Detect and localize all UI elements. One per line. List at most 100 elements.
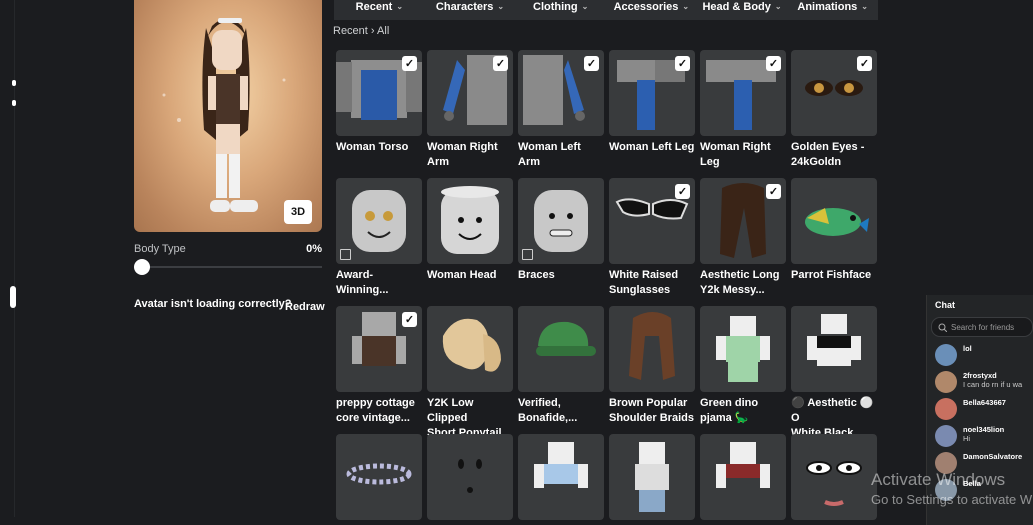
chat-friend[interactable]: 2frostyxd I can do rn if u wa — [935, 371, 1022, 393]
item-image — [458, 459, 482, 493]
item-thumbnail[interactable] — [336, 178, 422, 264]
item-thumbnail[interactable] — [609, 306, 695, 392]
chat-friend[interactable]: noel345lion Hi — [935, 425, 1004, 447]
chat-friend[interactable]: Bella643667 — [935, 398, 1006, 420]
catalog-item[interactable]: Woman Head — [427, 178, 513, 283]
catalog-item[interactable]: ✓ White Raised Sunglasses — [609, 178, 695, 298]
dynamic-head-icon — [340, 249, 351, 260]
friend-text: noel345lion Hi — [963, 425, 1004, 447]
avatar-preview[interactable]: 3D — [134, 0, 322, 232]
tab-label: Recent — [355, 1, 393, 13]
tab-label: Characters — [435, 1, 494, 13]
avatar-figure — [162, 18, 286, 212]
item-thumbnail[interactable]: ✓ — [336, 306, 422, 392]
catalog-item[interactable]: ⚫ Aesthetic ⚪ O White Black... — [791, 306, 877, 441]
avatar — [935, 371, 957, 393]
item-thumbnail[interactable]: ✓ — [427, 50, 513, 136]
tab-characters[interactable]: Characters ⌄ — [425, 0, 516, 20]
watermark-line1: Activate Windows — [871, 470, 1006, 489]
item-thumbnail[interactable]: ✓ — [609, 178, 695, 264]
catalog-item[interactable]: ✓ Woman Torso — [336, 50, 422, 155]
watermark-line2: Go to Settings to activate W — [871, 492, 1033, 507]
item-thumbnail[interactable] — [791, 178, 877, 264]
item-thumbnail[interactable]: ✓ — [700, 50, 786, 136]
tab-animations[interactable]: Animations ⌄ — [787, 0, 878, 20]
catalog-item[interactable]: ✓ Woman Right Arm — [427, 50, 513, 170]
friend-name: noel345lion — [963, 425, 1005, 434]
item-thumbnail[interactable] — [427, 178, 513, 264]
item-thumbnail[interactable] — [427, 434, 513, 520]
chevron-down-icon: ⌄ — [497, 2, 505, 11]
catalog-item[interactable]: Braces — [518, 178, 604, 283]
catalog-item[interactable]: Award- Winning... — [336, 178, 422, 298]
item-thumbnail[interactable] — [609, 434, 695, 520]
item-name: Woman Head — [427, 269, 497, 281]
item-name: Woman Torso — [336, 141, 409, 153]
view-3d-button[interactable]: 3D — [284, 200, 312, 224]
tab-label: Accessories — [613, 1, 679, 13]
item-thumbnail[interactable] — [518, 434, 604, 520]
catalog-item[interactable] — [427, 434, 513, 524]
tab-accessories[interactable]: Accessories ⌄ — [606, 0, 697, 20]
friend-search-input[interactable]: Search for friends — [931, 317, 1033, 337]
equipped-check-icon: ✓ — [675, 56, 690, 71]
category-tabs: Recent ⌄ Characters ⌄ Clothing ⌄ Accessories ⌄ H… — [334, 0, 878, 20]
left-sidebar — [0, 0, 16, 517]
chevron-down-icon: ⌄ — [581, 2, 589, 11]
catalog-item[interactable] — [336, 434, 422, 524]
body-type-slider-track[interactable] — [134, 266, 322, 268]
avatar — [935, 344, 957, 366]
item-thumbnail[interactable]: ✓ — [336, 50, 422, 136]
item-thumbnail[interactable] — [518, 178, 604, 264]
friend-text: lol — [963, 344, 972, 366]
item-thumbnail[interactable] — [427, 306, 513, 392]
body-type-value: 0% — [306, 243, 322, 255]
item-name: preppy cottage core vintage... — [336, 397, 415, 424]
catalog-item[interactable]: ✓ Golden Eyes - 24kGoldn — [791, 50, 877, 170]
item-thumbnail[interactable]: ✓ — [609, 50, 695, 136]
dynamic-head-icon — [522, 249, 533, 260]
item-thumbnail[interactable] — [336, 434, 422, 520]
item-thumbnail[interactable] — [700, 306, 786, 392]
catalog-item[interactable] — [700, 434, 786, 524]
item-image — [442, 318, 501, 372]
item-image — [534, 442, 588, 488]
chat-friend[interactable]: lol — [935, 344, 972, 366]
catalog-item[interactable]: ✓ Woman Right Leg — [700, 50, 786, 170]
catalog-item[interactable] — [791, 434, 877, 524]
catalog-item[interactable]: Brown Popular Shoulder Braids — [609, 306, 695, 426]
sidebar-active-indicator[interactable] — [10, 286, 16, 308]
tab-recent[interactable]: Recent ⌄ — [334, 0, 425, 20]
catalog-item[interactable]: Verified, Bonafide,... — [518, 306, 604, 426]
catalog-item[interactable]: ✓ Woman Left Leg — [609, 50, 695, 155]
catalog-item[interactable]: Green dino pjama 🦕 — [700, 306, 786, 426]
chevron-down-icon: ⌄ — [774, 2, 782, 11]
friend-search-placeholder: Search for friends — [951, 322, 1015, 332]
catalog-item[interactable]: ✓ Woman Left Arm — [518, 50, 604, 170]
item-thumbnail[interactable]: ✓ — [700, 178, 786, 264]
redraw-link[interactable]: Redraw — [285, 301, 325, 313]
item-thumbnail[interactable] — [791, 306, 877, 392]
breadcrumb-parent[interactable]: Recent — [333, 25, 368, 37]
catalog-item[interactable]: ✓ preppy cottage core vintage... — [336, 306, 422, 426]
item-name: Golden Eyes - 24kGoldn — [791, 141, 865, 168]
catalog-item[interactable]: ✓ Aesthetic Long Y2k Messy... — [700, 178, 786, 298]
equipped-check-icon: ✓ — [584, 56, 599, 71]
tab-clothing[interactable]: Clothing ⌄ — [515, 0, 606, 20]
catalog-item[interactable] — [609, 434, 695, 524]
item-thumbnail[interactable] — [791, 434, 877, 520]
item-thumbnail[interactable]: ✓ — [518, 50, 604, 136]
body-type-label: Body Type — [134, 243, 186, 255]
body-type-slider-thumb[interactable] — [134, 259, 150, 275]
item-thumbnail[interactable] — [700, 434, 786, 520]
tab-head-body[interactable]: Head & Body ⌄ — [697, 0, 788, 20]
item-thumbnail[interactable]: ✓ — [791, 50, 877, 136]
friend-name: DamonSalvatore — [963, 452, 1023, 461]
equipped-check-icon: ✓ — [766, 184, 781, 199]
friend-text: 2frostyxd I can do rn if u wa — [963, 371, 1022, 393]
catalog-item[interactable]: Parrot Fishface — [791, 178, 877, 283]
breadcrumb-separator: › — [370, 25, 375, 37]
catalog-item[interactable] — [518, 434, 604, 524]
item-name: Braces — [518, 269, 555, 281]
item-thumbnail[interactable] — [518, 306, 604, 392]
